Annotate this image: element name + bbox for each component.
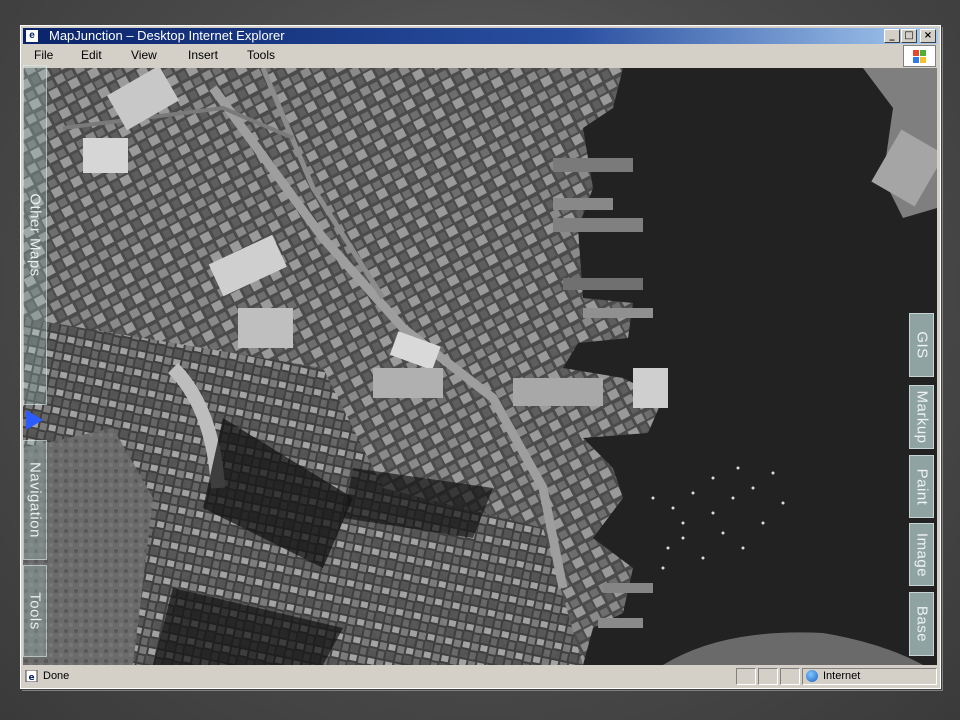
- tab-markup-label: Markup: [913, 390, 930, 444]
- tab-paint[interactable]: Paint: [909, 455, 934, 518]
- globe-icon: [806, 670, 818, 682]
- status-bar: e Done Internet: [23, 667, 938, 686]
- tab-image-label: Image: [913, 532, 930, 577]
- tab-gis-label: GIS: [913, 331, 930, 359]
- map-view[interactable]: [23, 68, 937, 665]
- tab-paint-label: Paint: [913, 468, 930, 505]
- svg-text:e: e: [28, 673, 34, 682]
- maximize-button[interactable]: □: [901, 29, 917, 43]
- menu-tools[interactable]: Tools: [247, 45, 275, 65]
- menu-bar: File Edit View Insert Tools: [23, 45, 903, 65]
- menu-insert[interactable]: Insert: [188, 45, 218, 65]
- tab-tools-label: Tools: [26, 592, 44, 630]
- minimize-button[interactable]: _: [884, 29, 900, 43]
- page-status-icon: e: [25, 669, 39, 683]
- window-title: MapJunction – Desktop Internet Explorer: [49, 28, 285, 43]
- ie-icon: e: [25, 29, 39, 43]
- expand-arrow-icon[interactable]: [26, 410, 43, 430]
- windows-flag-icon: [913, 50, 927, 63]
- close-button[interactable]: ×: [920, 29, 936, 43]
- tab-other-maps[interactable]: Other Maps: [23, 65, 47, 405]
- menu-file[interactable]: File: [34, 45, 53, 65]
- browser-window: e MapJunction – Desktop Internet Explore…: [20, 25, 941, 689]
- title-bar[interactable]: e MapJunction – Desktop Internet Explore…: [23, 28, 938, 44]
- tab-navigation-label: Navigation: [26, 462, 44, 538]
- menu-edit[interactable]: Edit: [81, 45, 102, 65]
- windows-logo-throbber: [903, 45, 936, 67]
- left-panel: Other Maps Navigation Tools: [23, 65, 49, 657]
- tab-base[interactable]: Base: [909, 592, 934, 656]
- tab-markup[interactable]: Markup: [909, 385, 934, 449]
- security-zone: Internet: [802, 668, 937, 685]
- tab-navigation[interactable]: Navigation: [23, 440, 47, 560]
- tab-other-maps-label: Other Maps: [26, 193, 44, 277]
- tab-image[interactable]: Image: [909, 523, 934, 586]
- status-text: Done: [43, 670, 70, 682]
- aerial-map-image[interactable]: [23, 68, 937, 665]
- tab-gis[interactable]: GIS: [909, 313, 934, 377]
- zone-label: Internet: [823, 670, 861, 682]
- menu-view[interactable]: View: [131, 45, 157, 65]
- tab-tools[interactable]: Tools: [23, 565, 47, 657]
- tab-base-label: Base: [913, 605, 930, 643]
